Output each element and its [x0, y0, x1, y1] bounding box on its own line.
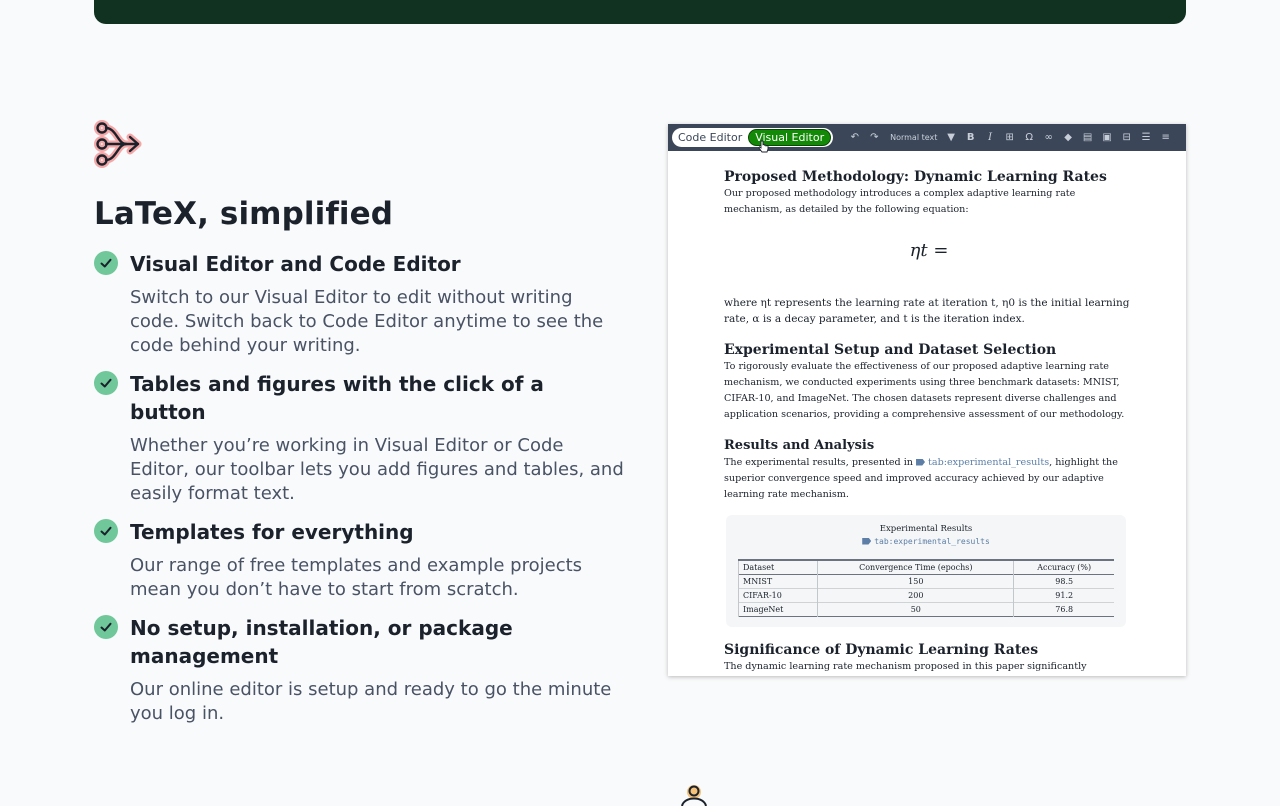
feature-description: Our range of free templates and example …	[130, 555, 583, 600]
checkmark-icon	[94, 251, 118, 275]
tag-icon	[916, 458, 926, 466]
undo-icon[interactable]: ↶	[845, 128, 865, 147]
feature-description: Our online editor is setup and ready to …	[130, 679, 612, 724]
editor-mode-switcher: Code Editor Visual Editor	[672, 128, 834, 147]
feature-description: Whether you’re working in Visual Editor …	[130, 435, 624, 504]
table-cell: 76.8	[1013, 602, 1114, 617]
doc-paragraph-results: The experimental results, presented in t…	[724, 455, 1134, 503]
checkmark-icon	[94, 519, 118, 543]
italic-icon[interactable]: I	[980, 128, 1000, 147]
text-style-select[interactable]: Normal text	[890, 133, 937, 142]
table-cell: 91.2	[1013, 588, 1114, 603]
math-icon[interactable]: ⊞	[1000, 128, 1020, 147]
table-icon[interactable]: ⊟	[1117, 128, 1137, 147]
feature-title: Tables and figures with the click of a b…	[130, 372, 544, 424]
feature-item: Tables and figures with the click of a b…	[94, 370, 624, 506]
tag-icon[interactable]: ◆	[1058, 128, 1078, 147]
feature-title: Visual Editor and Code Editor	[130, 252, 461, 276]
table-caption: Experimental Results	[879, 524, 973, 534]
feature-title: Templates for everything	[130, 520, 414, 544]
feature-title: No setup, installation, or package manag…	[130, 616, 513, 668]
pointer-cursor-icon	[758, 140, 769, 153]
feature-description: Switch to our Visual Editor to edit with…	[130, 287, 604, 356]
table-label: tab:experimental_results	[726, 535, 1126, 549]
doc-heading-results: Results and Analysis	[724, 438, 875, 453]
table-cell: 50	[817, 602, 1014, 617]
link-icon[interactable]: ∞	[1039, 128, 1059, 147]
tag-icon	[862, 537, 872, 545]
table-reference-text: tab:experimental_results	[928, 457, 1050, 468]
table-cell: 200	[817, 588, 1014, 603]
table-row: ImageNet 50 76.8	[737, 602, 1114, 617]
doc-equation: ηt =	[909, 240, 949, 261]
table-header-cell: Convergence Time (epochs)	[817, 560, 1014, 575]
table-cell: MNIST	[737, 574, 818, 589]
table-row: CIFAR-10 200 91.2	[737, 588, 1114, 603]
top-banner	[94, 0, 1186, 24]
feature-item: Templates for everything Our range of fr…	[94, 518, 624, 602]
table-cell: ImageNet	[737, 602, 818, 617]
doc-heading-methodology: Proposed Methodology: Dynamic Learning R…	[724, 169, 1107, 185]
doc-heading-significance: Significance of Dynamic Learning Rates	[724, 642, 1039, 658]
feature-list: Visual Editor and Code Editor Switch to …	[94, 250, 624, 738]
dropdown-arrow-icon[interactable]: ▼	[941, 128, 961, 147]
table-row: MNIST 150 98.5	[737, 574, 1114, 589]
people-icon	[681, 785, 707, 806]
feature-item: No setup, installation, or package manag…	[94, 614, 624, 726]
bold-icon[interactable]: B	[961, 128, 981, 147]
branching-arrow-icon	[94, 120, 142, 168]
table-header-row: Dataset Convergence Time (epochs) Accura…	[737, 560, 1114, 575]
checkmark-icon	[94, 615, 118, 639]
doc-paragraph: Our proposed methodology introduces a co…	[724, 188, 1076, 215]
table-cell: 150	[817, 574, 1014, 589]
redo-icon[interactable]: ↷	[865, 128, 885, 147]
table-reference-link[interactable]: tab:experimental_results	[916, 457, 1049, 468]
checkmark-icon	[94, 371, 118, 395]
editor-preview: Code Editor Visual Editor ↶ ↷ Normal tex…	[668, 124, 1186, 676]
table-cell: 98.5	[1013, 574, 1114, 589]
omega-icon[interactable]: Ω	[1019, 128, 1039, 147]
table-figure[interactable]: Experimental Results tab:experimental_re…	[726, 515, 1126, 627]
reference-icon[interactable]: ▤	[1078, 128, 1098, 147]
section-heading: LaTeX, simplified	[94, 196, 394, 232]
table-header-cell: Dataset	[737, 560, 818, 575]
doc-paragraph: The dynamic learning rate mechanism prop…	[724, 661, 1087, 672]
numbered-list-icon[interactable]: ≡	[1156, 128, 1176, 147]
doc-heading-setup: Experimental Setup and Dataset Selection	[724, 342, 1057, 358]
image-icon[interactable]: ▣	[1097, 128, 1117, 147]
bullet-list-icon[interactable]: ☰	[1136, 128, 1156, 147]
doc-paragraph: To rigorously evaluate the effectiveness…	[724, 361, 1125, 420]
table-label-text: tab:experimental_results	[874, 537, 990, 546]
doc-paragraph: where ηt represents the learning rate at…	[724, 297, 1130, 325]
table-cell: CIFAR-10	[737, 588, 818, 603]
code-editor-button[interactable]: Code Editor	[672, 128, 748, 147]
results-table: Dataset Convergence Time (epochs) Accura…	[737, 559, 1114, 617]
table-header-cell: Accuracy (%)	[1013, 560, 1114, 575]
editor-toolbar: Code Editor Visual Editor ↶ ↷ Normal tex…	[668, 124, 1186, 153]
doc-text: The experimental results, presented in	[724, 457, 917, 468]
document-body[interactable]: Proposed Methodology: Dynamic Learning R…	[724, 168, 1134, 676]
feature-item: Visual Editor and Code Editor Switch to …	[94, 250, 624, 358]
